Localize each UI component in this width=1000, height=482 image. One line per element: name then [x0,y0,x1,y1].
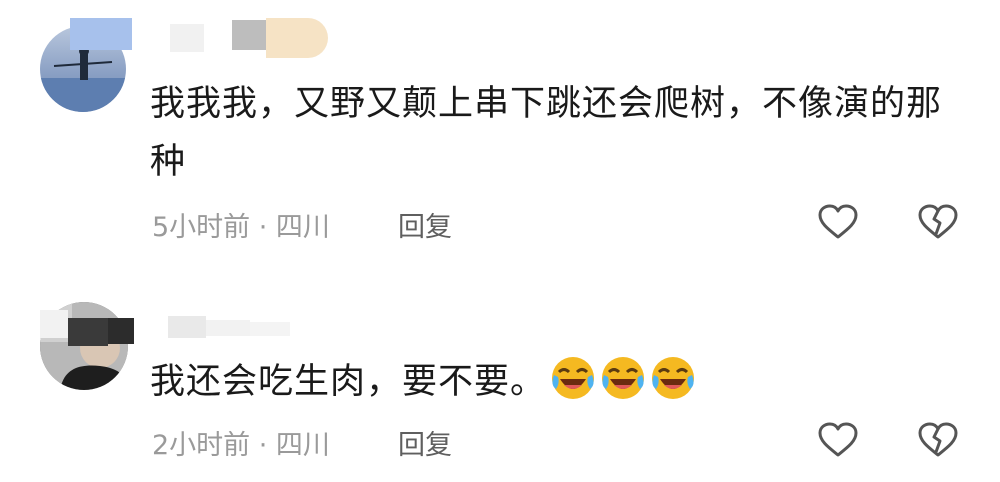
comment-text: 我还会吃生肉，要不要。 [150,353,696,411]
laughing-crying-emoji [550,355,596,401]
like-button[interactable] [816,418,860,462]
laughing-crying-emoji [600,355,646,401]
comment-text-line: 我还会吃生肉，要不要。 [150,362,547,402]
comment-item: 我还会吃生肉，要不要。 2小时前 · 四川 回复 [0,0,1000,482]
heart-outline-icon [818,422,858,457]
broken-heart-icon [918,422,958,457]
dislike-button[interactable] [916,418,960,462]
laughing-crying-emoji [650,355,696,401]
comment-meta: 2小时前 · 四川 [152,430,330,461]
reply-button[interactable]: 回复 [398,423,452,462]
